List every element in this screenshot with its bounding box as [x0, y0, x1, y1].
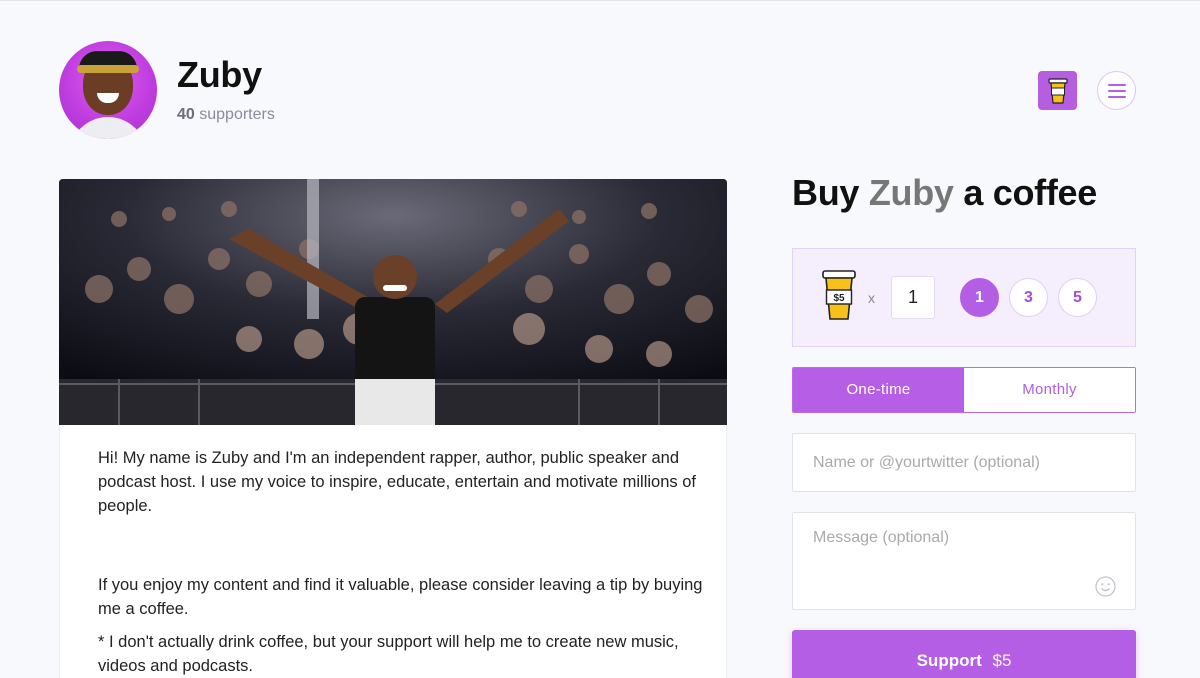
- creator-name: Zuby: [177, 54, 262, 95]
- buy-coffee-title: Buy Zuby a coffee: [792, 172, 1097, 214]
- cover-photo: [59, 179, 727, 425]
- supporters-number: 40: [177, 106, 195, 123]
- quantity-input[interactable]: 1: [891, 276, 935, 319]
- support-label: Support: [916, 651, 982, 670]
- support-amount: $5: [992, 651, 1012, 670]
- coffee-cup-icon: [1047, 77, 1068, 104]
- top-border: [0, 0, 1200, 1]
- quantity-option-1[interactable]: 1: [960, 278, 999, 317]
- avatar[interactable]: [59, 41, 157, 139]
- supporters-count: 40 supporters: [177, 106, 275, 124]
- name-input[interactable]: Name or @yourtwitter (optional): [792, 433, 1136, 492]
- cup-price-label: $5: [833, 293, 845, 304]
- message-input[interactable]: Message (optional): [792, 512, 1136, 610]
- about-paragraph: * I don't actually drink coffee, but you…: [98, 633, 679, 675]
- one-time-tab[interactable]: One-time: [793, 368, 964, 412]
- frequency-toggle: One-time Monthly: [792, 367, 1136, 413]
- hamburger-menu-icon: [1107, 83, 1126, 98]
- coffee-cup-icon: $5: [822, 270, 856, 320]
- monthly-tab[interactable]: Monthly: [964, 368, 1135, 412]
- title-creator-name: Zuby: [868, 172, 954, 213]
- about-paragraph: Hi! My name is Zuby and I'm an independe…: [98, 449, 696, 515]
- emoji-icon[interactable]: [1095, 576, 1116, 597]
- support-button[interactable]: Support $5: [792, 630, 1136, 678]
- title-prefix: Buy: [792, 172, 860, 213]
- quantity-option-3[interactable]: 3: [1009, 278, 1048, 317]
- times-symbol: x: [868, 290, 875, 306]
- title-suffix: a coffee: [963, 172, 1097, 213]
- about-paragraph: If you enjoy my content and find it valu…: [98, 576, 703, 618]
- coffee-button[interactable]: [1038, 71, 1077, 110]
- menu-button[interactable]: [1097, 71, 1136, 110]
- supporters-label: supporters: [199, 106, 275, 123]
- quantity-option-5[interactable]: 5: [1058, 278, 1097, 317]
